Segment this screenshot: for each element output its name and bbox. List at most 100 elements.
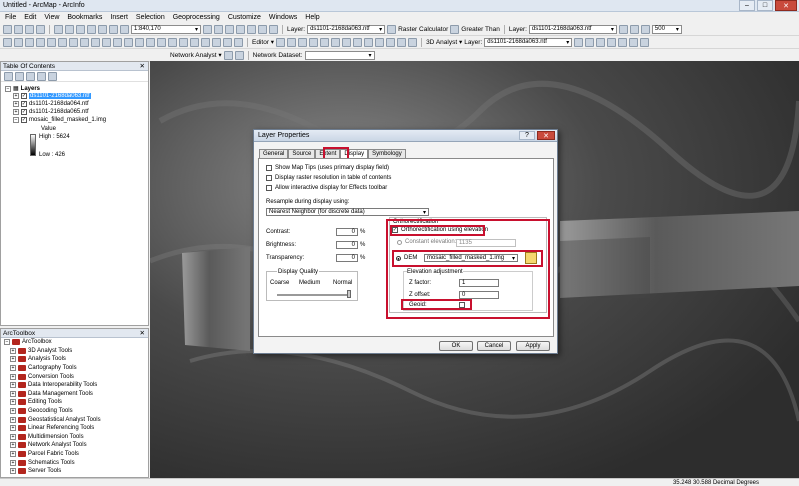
full-extent-icon[interactable] <box>36 37 45 47</box>
allow-effects-row[interactable]: Allow interactive display for Effects to… <box>266 185 387 191</box>
arctoolbox-root[interactable]: − ArcToolbox <box>1 338 148 347</box>
zoom-combo[interactable]: 500 ▾ <box>651 24 682 34</box>
expand-icon[interactable]: + <box>10 356 16 363</box>
expand-icon[interactable]: + <box>10 373 16 380</box>
interpolate-line-icon[interactable] <box>607 37 617 47</box>
menu-item-windows[interactable]: Windows <box>269 14 297 21</box>
fixed-zoom-out-icon[interactable] <box>58 37 67 47</box>
layer-visibility-checkbox[interactable]: ✓ <box>21 117 27 123</box>
toolbox-item[interactable]: + Analysis Tools <box>1 355 148 364</box>
expand-icon[interactable]: + <box>10 459 16 466</box>
rotate-icon[interactable] <box>386 37 396 47</box>
network-dataset-combo[interactable]: ▾ <box>304 50 375 60</box>
collapse-icon[interactable]: − <box>5 85 11 92</box>
toolbox-item[interactable]: + Cartography Tools <box>1 364 148 373</box>
point-icon[interactable] <box>331 37 341 47</box>
expand-icon[interactable]: + <box>13 101 19 107</box>
expand-icon[interactable]: + <box>13 109 19 115</box>
expand-icon[interactable]: + <box>13 93 19 99</box>
expand-icon[interactable]: + <box>10 408 16 415</box>
straight-segment-icon[interactable] <box>298 37 308 47</box>
go-to-xy-icon[interactable] <box>157 37 166 47</box>
toolbox-item[interactable]: + Multidimension Tools <box>1 433 148 442</box>
paste-icon[interactable] <box>76 24 85 34</box>
display-quality-track[interactable] <box>277 294 349 296</box>
reshape-icon[interactable] <box>353 37 363 47</box>
greater-than-button[interactable]: Greater Than <box>461 26 500 33</box>
html-popup-icon[interactable] <box>190 37 199 47</box>
toolbox-item[interactable]: + Linear Referencing Tools <box>1 424 148 433</box>
flicker-icon[interactable] <box>629 24 639 34</box>
measure-icon[interactable] <box>168 37 177 47</box>
delete-icon[interactable] <box>87 24 96 34</box>
expand-icon[interactable]: + <box>10 347 16 354</box>
zoom-out-icon[interactable] <box>14 37 23 47</box>
layer-visibility-checkbox[interactable]: ✓ <box>21 93 27 99</box>
list-by-source-icon[interactable] <box>15 71 24 81</box>
show-map-tips-row[interactable]: Show Map Tips (uses primary display fiel… <box>266 165 389 171</box>
layer-combo[interactable]: ds1101-2168da063.ntf ▾ <box>307 24 386 34</box>
menu-item-file[interactable]: File <box>5 14 16 21</box>
close-icon[interactable]: ✕ <box>140 62 145 70</box>
fixed-zoom-in-icon[interactable] <box>47 37 56 47</box>
display-quality-slider[interactable] <box>347 290 351 298</box>
save-icon[interactable] <box>25 24 34 34</box>
arcglobe-icon[interactable] <box>640 37 650 47</box>
back-icon[interactable] <box>69 37 78 47</box>
expand-icon[interactable]: + <box>10 468 16 475</box>
editor-menu[interactable]: Editor ▾ <box>252 38 274 46</box>
expand-icon[interactable]: + <box>10 433 16 440</box>
toc-layer-row[interactable]: + ✓ ds1101-2168da064.ntf <box>13 101 89 107</box>
raster-calculator-icon[interactable] <box>387 24 397 34</box>
contrast-input[interactable]: 0 <box>336 228 358 236</box>
display-resolution-checkbox[interactable] <box>266 175 272 181</box>
toolbox-item[interactable]: + Parcel Fabric Tools <box>1 450 148 459</box>
python-icon[interactable] <box>258 24 267 34</box>
expand-icon[interactable]: + <box>10 416 16 423</box>
maximize-button[interactable]: □ <box>757 0 773 11</box>
identify-icon[interactable] <box>124 37 133 47</box>
end-point-arc-icon[interactable] <box>309 37 319 47</box>
menu-item-insert[interactable]: Insert <box>110 14 128 21</box>
toolbox-item[interactable]: + Schematics Tools <box>1 458 148 467</box>
layer-visibility-checkbox[interactable]: ✓ <box>21 101 27 107</box>
menu-item-customize[interactable]: Customize <box>228 14 261 21</box>
toc-layer-row[interactable]: + ✓ ds1101-2168da065.ntf <box>13 109 89 115</box>
attributes-icon[interactable] <box>397 37 407 47</box>
brightness-input[interactable]: 0 <box>336 241 358 249</box>
menu-item-view[interactable]: View <box>44 14 59 21</box>
display-resolution-row[interactable]: Display raster resolution in table of co… <box>266 175 391 181</box>
forward-icon[interactable] <box>80 37 89 47</box>
toc-layer-label[interactable]: ds1101-2168da063.ntf <box>29 93 91 99</box>
expand-icon[interactable]: + <box>10 390 16 397</box>
collapse-icon[interactable]: − <box>13 117 19 123</box>
toc-icon[interactable] <box>214 24 223 34</box>
contour-icon[interactable] <box>574 37 584 47</box>
toolbox-item[interactable]: +3D Analyst Tools <box>1 347 148 356</box>
expand-icon[interactable]: + <box>10 425 16 432</box>
pan-icon[interactable] <box>25 37 34 47</box>
toolbox-item[interactable]: + Geostatistical Analyst Tools <box>1 415 148 424</box>
open-icon[interactable] <box>14 24 23 34</box>
catalog-icon[interactable] <box>225 24 234 34</box>
print-icon[interactable] <box>36 24 45 34</box>
tab-general[interactable]: General <box>259 149 289 158</box>
expand-icon[interactable]: + <box>10 451 16 458</box>
zoom-in-icon[interactable] <box>3 37 12 47</box>
arcscene-icon[interactable] <box>629 37 639 47</box>
menu-item-help[interactable]: Help <box>305 14 319 21</box>
redo-icon[interactable] <box>109 24 118 34</box>
sketch-icon[interactable] <box>234 37 243 47</box>
tab-symbology[interactable]: Symbology <box>368 149 406 158</box>
toc-layer-row[interactable]: − ✓ mosaic_filled_masked_1.img <box>13 117 106 123</box>
cut-polygons-icon[interactable] <box>364 37 374 47</box>
find-icon[interactable] <box>135 37 144 47</box>
clear-selection-icon[interactable] <box>102 37 111 47</box>
split-icon[interactable] <box>375 37 385 47</box>
route-icon[interactable] <box>146 37 155 47</box>
search-icon[interactable] <box>236 24 245 34</box>
swipe-icon[interactable] <box>618 24 628 34</box>
network-window-icon[interactable] <box>223 50 233 60</box>
minimize-button[interactable]: – <box>739 0 755 11</box>
ok-button[interactable]: OK <box>439 341 473 351</box>
